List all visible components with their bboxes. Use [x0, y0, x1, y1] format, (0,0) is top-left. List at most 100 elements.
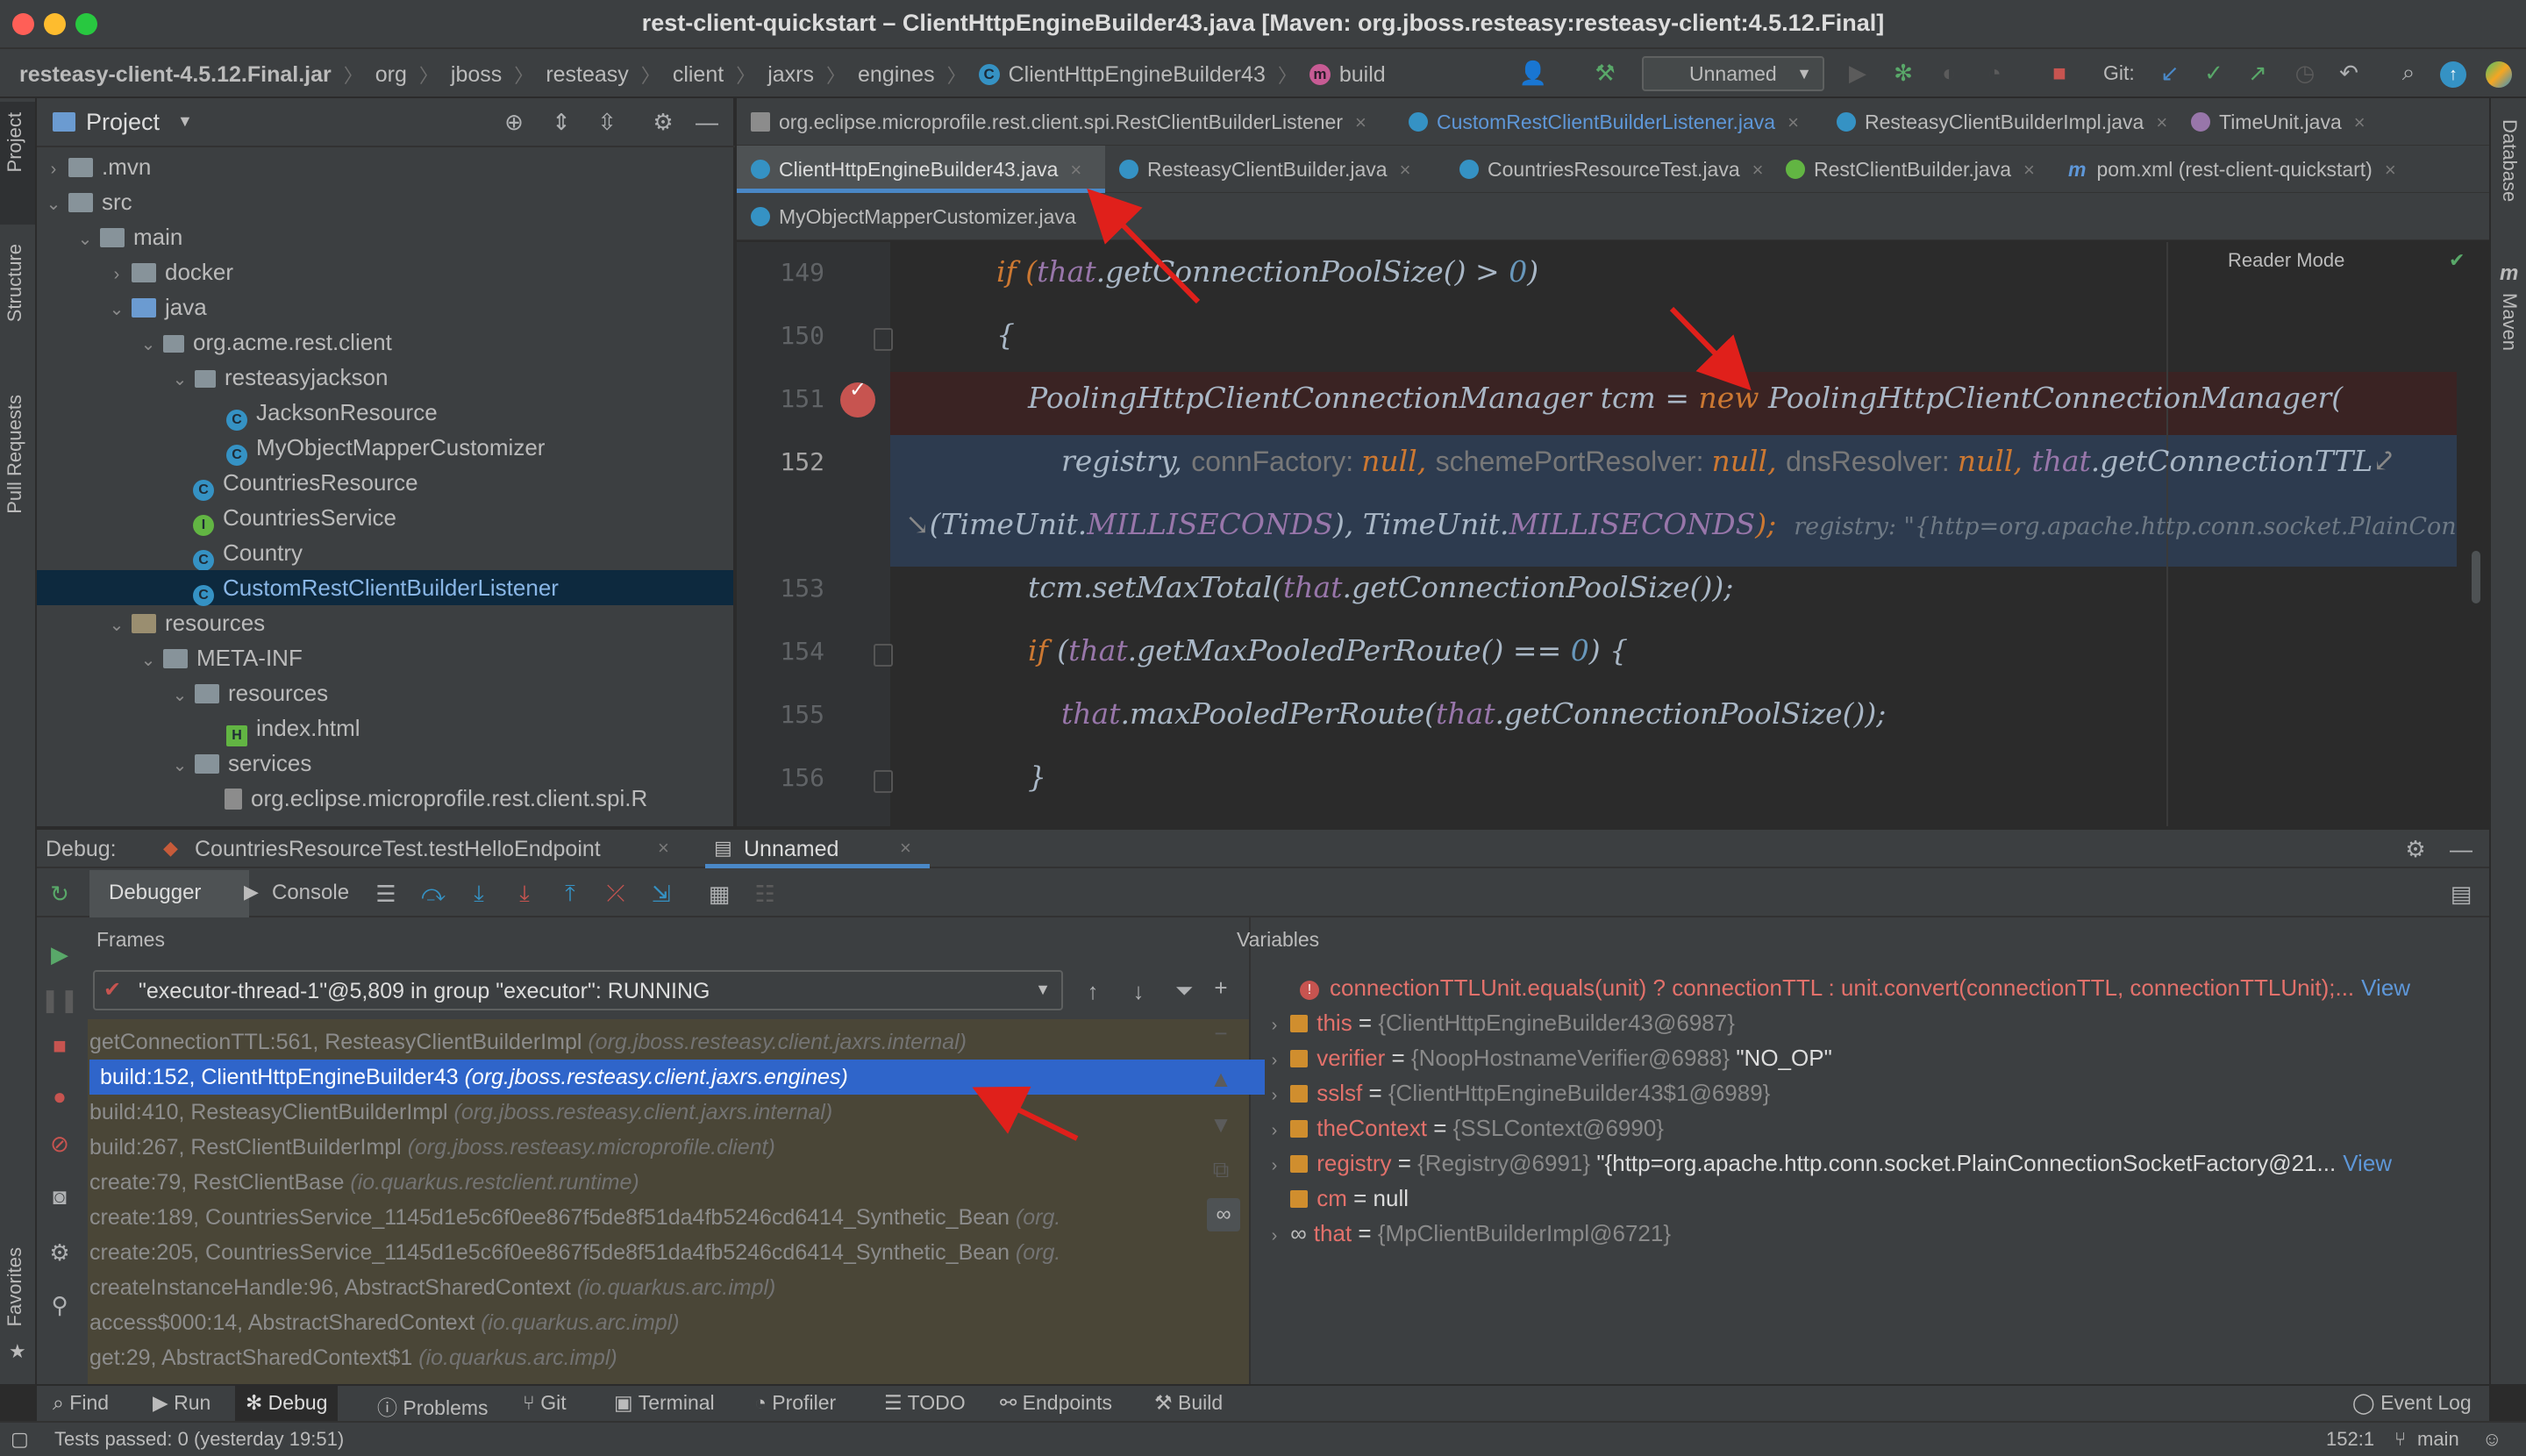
step-over-icon[interactable]: ⤼	[417, 878, 449, 910]
frame-row[interactable]: createInstanceHandle:96, AbstractSharedC…	[89, 1270, 775, 1305]
breadcrumb-method[interactable]: m build	[1309, 62, 1386, 88]
camera-icon[interactable]: ◙	[44, 1181, 75, 1212]
resume-icon[interactable]: ▶	[44, 939, 75, 970]
close-icon[interactable]: ×	[1400, 159, 1411, 181]
structure-tool-tab[interactable]: Structure	[4, 244, 26, 322]
view-breakpoints-icon[interactable]: ●	[44, 1081, 75, 1112]
tree-item-country[interactable]: C Country	[37, 535, 733, 571]
close-icon[interactable]: ×	[2156, 111, 2167, 133]
tab-restclientbuilderlistener[interactable]: org.eclipse.microprofile.rest.client.spi…	[737, 98, 1375, 146]
close-icon[interactable]: ×	[2354, 111, 2365, 133]
evaluate-icon[interactable]: ▦	[703, 878, 735, 910]
tool-problems[interactable]: ⓘ Problems	[377, 1391, 489, 1421]
frame-row-selected[interactable]: build:152, ClientHttpEngineBuilder43 (or…	[89, 1060, 1265, 1095]
tree-item-resources[interactable]: ⌄ resources	[37, 605, 733, 640]
chevron-down-icon[interactable]: ⌄	[75, 222, 95, 257]
glasses-icon[interactable]: ∞	[1207, 1198, 1240, 1231]
close-icon[interactable]: ×	[1070, 159, 1081, 181]
add-watch-icon[interactable]: +	[1205, 972, 1237, 1003]
debug-tab-unnamed[interactable]: ▤ Unnamed ×	[705, 830, 930, 868]
search-icon[interactable]: ⌕	[2393, 57, 2424, 89]
variable-error-row[interactable]: ! connectionTTLUnit.equals(unit) ? connec…	[1300, 970, 2484, 1005]
tool-event-log[interactable]: ◯ Event Log	[2352, 1391, 2472, 1415]
fold-icon[interactable]	[874, 328, 893, 351]
remove-watch-icon[interactable]: −	[1205, 1017, 1237, 1049]
tree-item-countriesservice[interactable]: I CountriesService	[37, 500, 733, 536]
close-icon[interactable]: ×	[900, 837, 911, 860]
chevron-down-icon[interactable]: ⌄	[170, 748, 189, 783]
scrollbar-thumb[interactable]	[2472, 551, 2480, 603]
frame-row[interactable]: getConnectionTTL:561, ResteasyClientBuil…	[89, 1024, 967, 1060]
tree-item-jacksonresource[interactable]: C JacksonResource	[37, 395, 733, 431]
tree-item-countriesresource[interactable]: C CountriesResource	[37, 465, 733, 501]
chevron-right-icon[interactable]: ›	[1265, 1113, 1284, 1148]
move-down-icon[interactable]: ▼	[1205, 1109, 1237, 1140]
tree-item-package-client[interactable]: ⌄ org.acme.rest.client	[37, 325, 733, 360]
inspector-icon[interactable]: ☺	[2482, 1428, 2501, 1451]
profile-icon[interactable]: ◔	[1979, 57, 2010, 89]
tree-item-spi-file[interactable]: org.eclipse.microprofile.rest.client.spi…	[37, 781, 733, 816]
view-link[interactable]: View	[2361, 974, 2410, 1001]
chevron-down-icon[interactable]: ⌄	[44, 187, 63, 222]
panel-toggle-icon[interactable]: ▢	[11, 1428, 29, 1451]
trace-icon[interactable]: ☷	[749, 878, 781, 910]
debug-tab-test[interactable]: CountriesResourceTest.testHelloEndpoint	[195, 837, 601, 862]
tab-timeunit[interactable]: TimeUnit.java ×	[2177, 98, 2405, 146]
frame-row[interactable]: build:267, RestClientBuilderImpl (org.jb…	[89, 1130, 775, 1165]
tab-console[interactable]: Console	[272, 881, 349, 905]
tree-item-myobjectmappercustomizer[interactable]: C MyObjectMapperCustomizer	[37, 430, 733, 466]
chevron-down-icon[interactable]: ▼	[177, 112, 193, 131]
git-branch[interactable]: main	[2417, 1428, 2459, 1451]
collapse-all-icon[interactable]: ⇳	[591, 106, 623, 138]
variable-row-sslsf[interactable]: › sslsf = {ClientHttpEngineBuilder43$1@6…	[1265, 1075, 1771, 1110]
thread-select[interactable]: ✔ "executor-thread-1"@5,809 in group "ex…	[93, 970, 1063, 1010]
status-message[interactable]: Tests passed: 0 (yesterday 19:51)	[54, 1428, 344, 1451]
variable-row-registry[interactable]: › registry = {Registry@6991} "{http=org.…	[1265, 1146, 2484, 1181]
update-icon[interactable]: ↑	[2440, 61, 2466, 88]
variable-row-thecontext[interactable]: › theContext = {SSLContext@6990}	[1265, 1110, 1664, 1146]
maven-tool-tab[interactable]: Maven	[2498, 293, 2521, 351]
tree-item-mvn[interactable]: › .mvn	[37, 149, 733, 184]
chevron-down-icon[interactable]: ⌄	[139, 327, 158, 362]
reader-mode-button[interactable]: Reader Mode	[2228, 249, 2344, 272]
tree-item-main[interactable]: ⌄ main	[37, 219, 733, 254]
drop-frame-icon[interactable]: ⤫	[600, 878, 632, 910]
tree-item-index-html[interactable]: Hindex.html	[37, 710, 733, 746]
step-into-icon[interactable]: ⤓	[463, 878, 495, 910]
project-tool-tab[interactable]: Project	[4, 112, 26, 172]
tree-item-services[interactable]: ⌄ services	[37, 746, 733, 781]
tab-myobjectmappercustomizer[interactable]: MyObjectMapperCustomizer.java	[737, 193, 1105, 240]
history-icon[interactable]: ◷	[2289, 57, 2321, 89]
rollback-icon[interactable]: ↶	[2333, 57, 2365, 89]
tab-countriesresourcetest[interactable]: CountriesResourceTest.java ×	[1445, 146, 1793, 193]
arrow-up-icon[interactable]: ↑	[1077, 975, 1109, 1007]
gear-icon[interactable]: ⚙	[647, 106, 679, 138]
breadcrumb-org[interactable]: org	[375, 62, 407, 88]
stop-icon[interactable]: ■	[44, 1030, 75, 1061]
breadcrumb-jar[interactable]: resteasy-client-4.5.12.Final.jar	[19, 62, 332, 88]
inspections-ok-icon[interactable]: ✔	[2449, 249, 2465, 272]
gear-icon[interactable]: ⚙	[2400, 833, 2431, 865]
close-icon[interactable]: ×	[2385, 159, 2396, 181]
frame-row[interactable]: access$000:14, AbstractSharedContext (io…	[89, 1305, 680, 1340]
fold-icon[interactable]	[874, 644, 893, 667]
breadcrumb-resteasy[interactable]: resteasy	[546, 62, 628, 88]
user-icon[interactable]: 👤	[1517, 57, 1549, 89]
chevron-down-icon[interactable]: ⌄	[107, 292, 126, 327]
chevron-right-icon[interactable]: ›	[1265, 1148, 1284, 1181]
run-to-cursor-icon[interactable]: ⇲	[646, 878, 677, 910]
variable-row-this[interactable]: › this = {ClientHttpEngineBuilder43@6987…	[1265, 1005, 1735, 1040]
chevron-down-icon[interactable]: ⌄	[139, 643, 158, 678]
gear-icon[interactable]: ⚙	[44, 1237, 75, 1268]
copy-icon[interactable]: ⧉	[1205, 1154, 1237, 1186]
pause-icon[interactable]: ❚❚	[40, 984, 79, 1016]
variable-row-cm[interactable]: cm = null	[1265, 1181, 1409, 1216]
chevron-right-icon[interactable]: ›	[1265, 1008, 1284, 1043]
tab-pom-xml[interactable]: m pom.xml (rest-client-quickstart) ×	[2054, 146, 2475, 193]
tab-clienthttpenginebuilder43[interactable]: ClientHttpEngineBuilder43.java ×	[737, 146, 1105, 193]
frame-row[interactable]: create:79, RestClientBase (io.quarkus.re…	[89, 1165, 639, 1200]
tab-customrestclientbuilderlistener[interactable]: CustomRestClientBuilderListener.java ×	[1395, 98, 1844, 146]
frame-row[interactable]: create:205, CountriesService_1145d1e5c6f…	[89, 1235, 1249, 1270]
tree-item-customrestclientbuilderlistener[interactable]: C CustomRestClientBuilderListener	[37, 570, 733, 606]
chevron-down-icon[interactable]: ⌄	[170, 678, 189, 713]
